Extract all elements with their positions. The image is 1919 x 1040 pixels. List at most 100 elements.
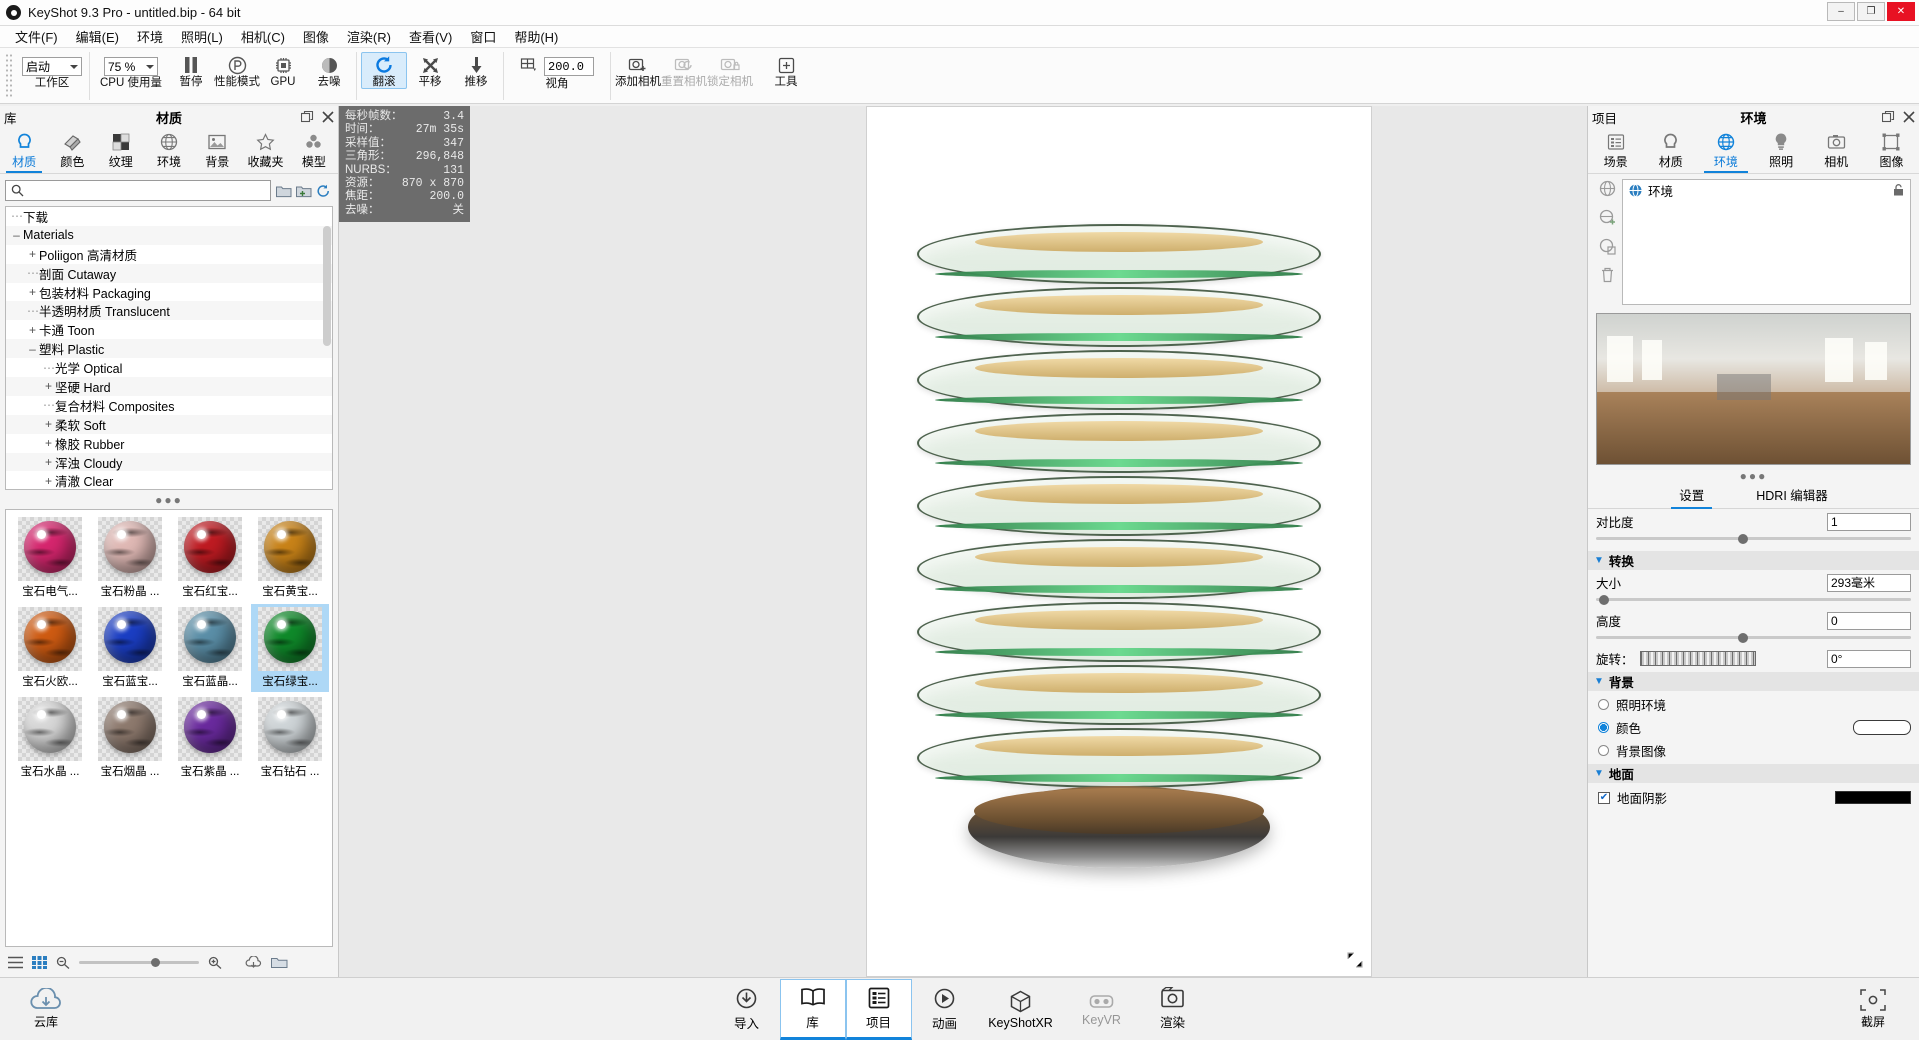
material-thumbnail[interactable]: 宝石紫晶 ...	[171, 694, 249, 782]
tree-item[interactable]: ⋯ 半透明材质 Translucent	[6, 301, 332, 321]
tree-item[interactable]: + 橡胶 Rubber	[6, 434, 332, 453]
material-thumbnail[interactable]: 宝石黄宝...	[251, 514, 329, 602]
menu-environment[interactable]: 环境	[128, 25, 172, 48]
viewport[interactable]: 每秒帧数： 3.4 时间： 27m 35s 采样值： 347 三角形： 296,848 NURB…	[339, 106, 1587, 977]
slider-knob[interactable]	[1737, 533, 1748, 544]
bottom-item-import[interactable]: 导入	[714, 979, 780, 1040]
gpu-button[interactable]: GPU	[260, 52, 306, 88]
tree-scrollbar-thumb[interactable]	[323, 226, 331, 346]
bottom-item-library[interactable]: 库	[779, 978, 846, 1040]
bottom-item-animation[interactable]: 动画	[912, 979, 978, 1040]
open-folder-icon[interactable]	[271, 956, 288, 969]
slider-knob[interactable]	[151, 957, 160, 967]
library-tab-colors[interactable]: 颜色	[48, 128, 96, 173]
material-thumbnail[interactable]: 宝石电气...	[11, 514, 89, 602]
tree-scrollbar[interactable]	[323, 208, 331, 488]
subtab-hdri-editor[interactable]: HDRI 编辑器	[1748, 483, 1836, 508]
ground-shadow-swatch[interactable]	[1835, 791, 1911, 804]
project-tab-lighting[interactable]: 照明	[1754, 128, 1809, 173]
expand-icon[interactable]: +	[42, 436, 55, 450]
material-thumbnail[interactable]: 宝石蓝宝...	[91, 604, 169, 692]
library-tab-environments[interactable]: 环境	[145, 128, 193, 173]
library-splitter-handle[interactable]: ●●●	[0, 490, 338, 509]
expand-icon[interactable]: +	[26, 285, 39, 299]
material-thumbnail[interactable]: 宝石火欧...	[11, 604, 89, 692]
expand-icon[interactable]: +	[42, 417, 55, 431]
menu-render[interactable]: 渲染(R)	[338, 25, 400, 48]
transform-section-header[interactable]: ▼ 转换	[1588, 551, 1919, 570]
material-thumbnail[interactable]: 宝石红宝...	[171, 514, 249, 602]
project-tab-image[interactable]: 图像	[1864, 128, 1919, 173]
height-input[interactable]: 0	[1827, 611, 1911, 630]
bottom-item-render[interactable]: 渲染	[1140, 979, 1206, 1040]
lock-camera-button[interactable]: 锁定相机	[707, 52, 753, 88]
render-canvas[interactable]	[866, 106, 1372, 977]
refresh-icon[interactable]	[316, 184, 331, 198]
tree-item[interactable]: – 塑料 Plastic	[6, 339, 332, 359]
cloud-download-icon[interactable]	[245, 955, 262, 969]
close-icon[interactable]	[322, 111, 334, 123]
tree-item[interactable]: + 包装材料 Packaging	[6, 283, 332, 302]
pause-button[interactable]: 暂停	[168, 52, 214, 88]
material-thumbnail[interactable]: 宝石蓝晶...	[171, 604, 249, 692]
view-control[interactable]: 200.0 视角	[508, 52, 606, 90]
menu-image[interactable]: 图像	[294, 25, 338, 48]
library-tab-backgrounds[interactable]: 背景	[193, 128, 241, 173]
tree-item[interactable]: + Poliigon 高清材质	[6, 245, 332, 264]
background-color-swatch[interactable]	[1853, 720, 1911, 735]
zoom-in-icon[interactable]	[208, 956, 222, 969]
denoise-button[interactable]: 去噪	[306, 52, 352, 88]
ground-shadow-row[interactable]: ✔ 地面阴影	[1588, 783, 1919, 807]
background-option-image[interactable]: 背景图像	[1588, 737, 1919, 760]
screenshot-button[interactable]: 截屏	[1827, 988, 1919, 1030]
tools-button[interactable]: 工具	[763, 52, 809, 88]
add-camera-button[interactable]: 添加相机	[615, 52, 661, 88]
maximize-button[interactable]: ❐	[1857, 2, 1885, 21]
tree-item[interactable]: + 浑浊 Cloudy	[6, 452, 332, 472]
dolly-button[interactable]: 推移	[453, 52, 499, 88]
rotation-input[interactable]: 0°	[1827, 649, 1911, 668]
subtab-settings[interactable]: 设置	[1671, 483, 1713, 509]
background-section-header[interactable]: ▼ 背景	[1588, 672, 1919, 691]
pan-button[interactable]: 平移	[407, 52, 453, 88]
height-slider[interactable]	[1596, 632, 1911, 643]
material-tree[interactable]: ⋯ 下载 – Materials + Poliigon 高清材质 ⋯ 剖面 Cutaway + 包…	[5, 206, 333, 490]
zoom-out-icon[interactable]	[56, 956, 70, 969]
expand-icon[interactable]: +	[42, 379, 55, 393]
undock-icon[interactable]	[301, 111, 314, 123]
collapse-icon[interactable]: –	[10, 228, 23, 242]
material-thumbnail[interactable]: 宝石烟晶 ...	[91, 694, 169, 782]
viewport-resize-handle[interactable]	[1347, 952, 1365, 970]
list-view-icon[interactable]	[8, 956, 23, 969]
slider-knob[interactable]	[1599, 594, 1610, 605]
library-tab-textures[interactable]: 纹理	[97, 128, 145, 173]
reset-camera-button[interactable]: 重置相机	[661, 52, 707, 88]
size-input[interactable]: 293毫米	[1827, 573, 1911, 592]
environment-list-item[interactable]: 环境	[1623, 180, 1910, 200]
lock-icon[interactable]	[1893, 184, 1904, 196]
menu-window[interactable]: 窗口	[461, 25, 505, 48]
delete-environment-icon[interactable]	[1600, 267, 1615, 283]
menu-edit[interactable]: 编辑(E)	[67, 25, 128, 48]
material-thumbnail[interactable]: 宝石钻石 ...	[251, 694, 329, 782]
expand-icon[interactable]: +	[42, 455, 55, 469]
add-environment-icon[interactable]	[1599, 209, 1616, 226]
rotation-dial[interactable]	[1639, 651, 1756, 666]
tree-item[interactable]: – Materials	[6, 225, 332, 245]
ground-section-header[interactable]: ▼ 地面	[1588, 764, 1919, 783]
project-tab-materials[interactable]: 材质	[1643, 128, 1698, 173]
close-icon[interactable]	[1903, 111, 1915, 123]
cpu-usage-combo[interactable]: 75 %	[104, 57, 158, 76]
bottom-item-keyshotxr[interactable]: KeyShotXR	[978, 979, 1064, 1040]
material-thumbnail[interactable]: 宝石水晶 ...	[11, 694, 89, 782]
cpu-usage-selector[interactable]: 75 % CPU 使用量	[94, 52, 168, 89]
duplicate-environment-icon[interactable]	[1599, 238, 1616, 255]
collapse-icon[interactable]: –	[26, 342, 39, 356]
contrast-input[interactable]: 1	[1827, 512, 1911, 531]
menu-view[interactable]: 查看(V)	[400, 25, 461, 48]
tumble-button[interactable]: 翻滚	[361, 52, 407, 89]
slider-knob[interactable]	[1737, 632, 1748, 643]
background-option-lighting[interactable]: 照明环境	[1588, 691, 1919, 714]
bottom-item-project[interactable]: 项目	[845, 978, 912, 1040]
material-thumbnail[interactable]: 宝石粉晶 ...	[91, 514, 169, 602]
